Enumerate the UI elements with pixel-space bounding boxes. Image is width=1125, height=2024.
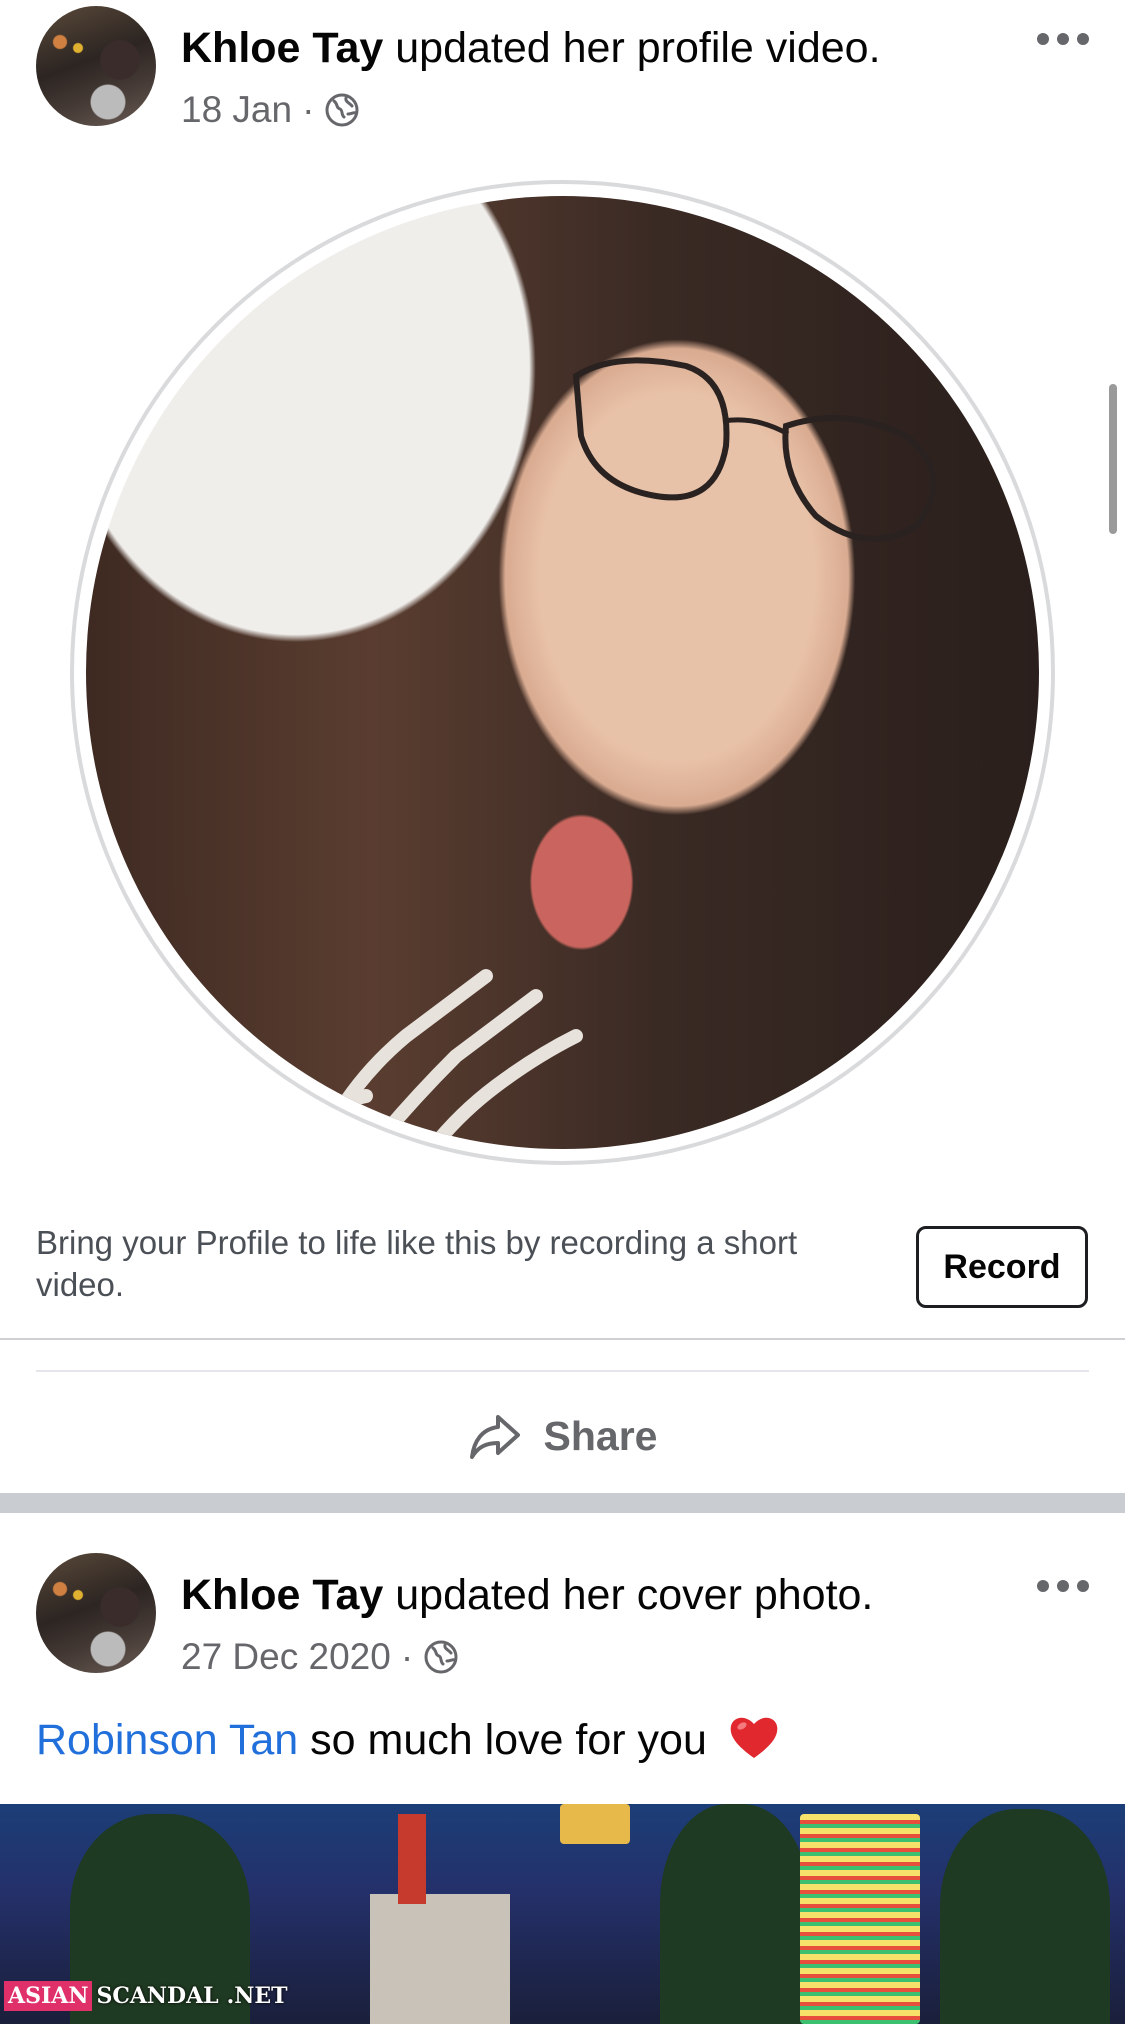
more-dot	[1037, 33, 1049, 45]
post-headline: Khloe Tay updated her cover photo.	[181, 1569, 873, 1621]
meta-separator: ·	[400, 1636, 414, 1677]
watermark-part: .NET	[226, 1983, 288, 2009]
more-options-button[interactable]	[1037, 24, 1089, 54]
scrollbar[interactable]	[1109, 384, 1117, 534]
record-button[interactable]: Record	[916, 1226, 1088, 1308]
post-header: Khloe Tay updated her cover photo. 27 De…	[0, 1553, 1125, 1683]
post-date[interactable]: 18 Jan	[181, 88, 292, 132]
divider	[36, 1370, 1089, 1372]
more-dot	[1037, 1580, 1049, 1592]
heart-emoji-icon	[730, 1717, 778, 1758]
share-arrow-icon	[469, 1415, 520, 1459]
more-dot	[1077, 33, 1089, 45]
post-meta: 27 Dec 2020 ·	[181, 1635, 459, 1679]
mention-link[interactable]: Robinson Tan	[36, 1716, 298, 1764]
author-name[interactable]: Khloe Tay	[181, 1571, 383, 1619]
sweater-pattern	[269, 969, 583, 1149]
avatar[interactable]	[36, 1553, 156, 1673]
facebook-profile-feed: Khloe Tay updated her profile video. 18 …	[0, 0, 1125, 2024]
watermark-part: ASIAN	[4, 1981, 93, 2011]
post-headline: Khloe Tay updated her profile video.	[181, 22, 881, 74]
share-label: Share	[543, 1412, 658, 1459]
watermark-part: SCANDAL	[96, 1983, 219, 2009]
tree-shape	[940, 1809, 1110, 2024]
post-action-text: updated her cover photo.	[383, 1571, 874, 1619]
post-meta: 18 Jan ·	[181, 88, 360, 132]
castle-spire	[398, 1814, 426, 1904]
castle-shape	[370, 1894, 510, 2024]
light-display	[560, 1804, 630, 1844]
post-header: Khloe Tay updated her profile video. 18 …	[0, 6, 1125, 136]
light-display	[800, 1814, 920, 2024]
globe-icon	[325, 93, 359, 127]
more-dot	[1057, 1580, 1069, 1592]
post-action-text: updated her profile video.	[383, 24, 881, 72]
meta-separator: ·	[302, 89, 315, 130]
globe-icon	[424, 1640, 458, 1674]
profile-video[interactable]	[86, 196, 1039, 1149]
more-dot	[1077, 1580, 1089, 1592]
more-options-button[interactable]	[1037, 1571, 1089, 1601]
author-name[interactable]: Khloe Tay	[181, 24, 383, 72]
share-button[interactable]: Share	[0, 1396, 1125, 1476]
watermark: ASIAN SCANDAL .NET	[4, 1979, 292, 2013]
post-date[interactable]: 27 Dec 2020	[181, 1635, 391, 1679]
more-dot	[1057, 33, 1069, 45]
divider	[0, 1338, 1125, 1340]
glasses-shape	[572, 357, 937, 542]
post-caption: Robinson Tan so much love for you	[36, 1712, 781, 1768]
tree-shape	[660, 1804, 810, 2024]
caption-text: so much love for you	[298, 1716, 719, 1764]
avatar[interactable]	[36, 6, 156, 126]
feed-separator	[0, 1493, 1125, 1513]
profile-video-prompt: Bring your Profile to life like this by …	[36, 1224, 798, 1303]
